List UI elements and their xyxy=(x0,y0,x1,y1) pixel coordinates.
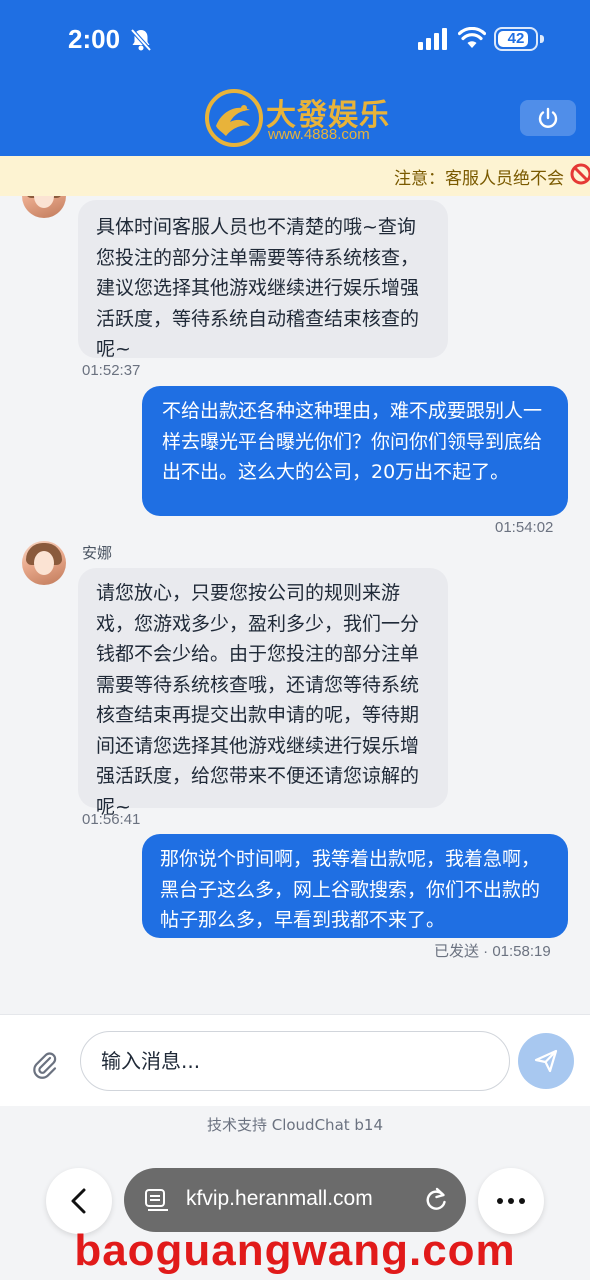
status-bar: 2:00 42 xyxy=(0,0,590,80)
message-text: 那你说个时间啊，我等着出款呢，我着急啊，黑台子这么多，网上谷歌搜索，你们不出款的… xyxy=(160,848,541,931)
message-text: 不给出款还各种这种理由，难不成要跟别人一样去曝光平台曝光你们？你问你们领导到底给… xyxy=(162,400,543,483)
dragon-logo-icon xyxy=(205,89,263,147)
message-text: 请您放心，只要您按公司的规则来游戏，您游戏多少，盈利多少，我们一分钱都不会少给。… xyxy=(96,582,420,818)
composer xyxy=(0,1014,590,1106)
message-bubble-outgoing[interactable]: 不给出款还各种这种理由，难不成要跟别人一样去曝光平台曝光你们？你问你们领导到底给… xyxy=(142,386,568,516)
agent-avatar xyxy=(22,541,66,585)
logout-button[interactable] xyxy=(520,100,576,136)
browser-back-button[interactable] xyxy=(46,1168,112,1234)
watermark-text: baoguangwang.com xyxy=(74,1226,516,1275)
power-icon xyxy=(538,107,558,128)
mute-bell-icon xyxy=(130,28,152,56)
page-menu-icon[interactable] xyxy=(144,1188,170,1212)
signal-icon xyxy=(418,28,450,54)
app-header: 2:00 42 大發娱乐 www.4888.com xyxy=(0,0,590,156)
sender-name: 安娜 xyxy=(82,544,113,562)
message-bubble-incoming[interactable]: 请您放心，只要您按公司的规则来游戏，您游戏多少，盈利多少，我们一分钱都不会少给。… xyxy=(78,568,448,818)
status-time: 2:00 xyxy=(68,24,121,54)
powered-by: 技术支持 CloudChat b14 xyxy=(206,1116,384,1134)
message-status-timestamp: 已发送 · 01:58:19 xyxy=(434,943,551,960)
message-timestamp: 01:56:41 xyxy=(82,811,141,828)
prohibited-icon xyxy=(570,163,590,185)
message-bubble-incoming[interactable]: 具体时间客服人员也不清楚的哦~查询您投注的部分注单需要等待系统核查，建议您选择其… xyxy=(78,200,448,360)
browser-url: kfvip.heranmall.com xyxy=(186,1187,373,1210)
message-text: 具体时间客服人员也不清楚的哦~查询您投注的部分注单需要等待系统核查，建议您选择其… xyxy=(96,216,420,360)
paperclip-icon[interactable] xyxy=(30,1049,58,1079)
message-timestamp: 01:54:02 xyxy=(495,519,554,536)
brand-logo: 大發娱乐 www.4888.com xyxy=(204,86,404,148)
brand-url: www.4888.com xyxy=(268,126,370,143)
message-input[interactable] xyxy=(80,1031,510,1091)
battery-level: 42 xyxy=(507,30,525,47)
send-button[interactable] xyxy=(518,1033,574,1089)
battery-icon: 42 xyxy=(494,27,538,51)
message-timestamp: 01:52:37 xyxy=(82,362,141,379)
browser-more-button[interactable] xyxy=(478,1168,544,1234)
ellipsis-icon xyxy=(497,1198,503,1204)
message-bubble-outgoing[interactable]: 那你说个时间啊，我等着出款呢，我着急啊，黑台子这么多，网上谷歌搜索，你们不出款的… xyxy=(142,834,568,938)
notice-banner: 注意：客服人员绝不会 xyxy=(0,156,590,196)
reload-icon[interactable] xyxy=(424,1187,448,1213)
send-icon xyxy=(534,1049,558,1073)
wifi-icon xyxy=(457,26,487,53)
browser-address-bar[interactable]: kfvip.heranmall.com xyxy=(124,1168,466,1232)
chevron-left-icon xyxy=(71,1188,86,1214)
notice-text: 注意：客服人员绝不会 xyxy=(394,169,564,189)
